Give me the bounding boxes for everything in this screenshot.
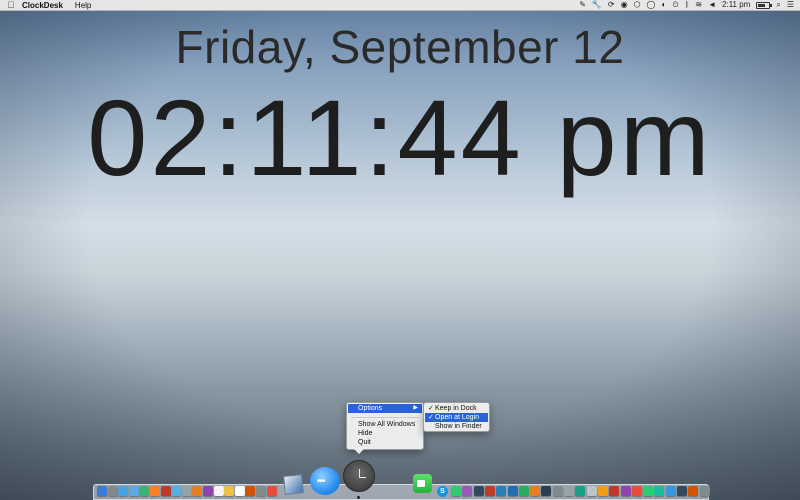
dock-app-icon[interactable] [171, 486, 182, 496]
volume-speaker-icon[interactable]: ◄ [708, 0, 716, 10]
gamepad-icon[interactable]: ◉ [621, 0, 628, 10]
dock-app-icon[interactable] [609, 486, 620, 496]
search-icon[interactable]: ⌕ [776, 0, 780, 10]
volume-icon[interactable]: ◐ [662, 0, 667, 10]
menubar-clock[interactable]: 2:11 pm [722, 0, 750, 10]
submenu-arrow-icon: ▶ [413, 405, 418, 411]
dock-app-icon[interactable] [496, 486, 507, 496]
dock-app-icon[interactable] [620, 486, 631, 496]
submenu-item-open-at-login[interactable]: ✓ Open at Login [425, 413, 488, 422]
apple-icon[interactable]:  [0, 0, 22, 10]
help-menu[interactable]: Help [75, 1, 91, 10]
menu-pointer [354, 449, 364, 454]
dock-app-icon[interactable] [256, 486, 266, 496]
menu-item-hide[interactable]: Hide [348, 429, 422, 438]
dock-app-icon[interactable] [234, 486, 245, 496]
dock-app-icon[interactable] [462, 486, 473, 496]
clock-minute-hand [359, 477, 366, 478]
dock-app-icon[interactable] [97, 486, 107, 496]
preview-icon[interactable] [283, 474, 304, 495]
shield-icon[interactable]: ⬡ [634, 0, 641, 10]
dock-context-menu: Options ▶ Show All Windows Hide Quit [346, 402, 424, 450]
dock-app-icon[interactable] [597, 486, 608, 496]
running-indicator [357, 496, 360, 499]
menu-item-show-all-windows[interactable]: Show All Windows [348, 420, 422, 429]
options-submenu: ✓ Keep in Dock ✓ Open at Login Show in F… [423, 402, 490, 432]
dock-app-icon[interactable] [181, 486, 192, 496]
dock-app-icon[interactable] [160, 486, 171, 496]
dock-app-icon[interactable] [552, 486, 563, 496]
dock-app-icon[interactable] [484, 486, 495, 496]
dock-app-icon[interactable] [451, 486, 461, 496]
dock-app-icon[interactable] [213, 486, 224, 496]
dock-app-icon[interactable] [575, 486, 586, 496]
sync-icon[interactable]: ⟳ [608, 0, 615, 10]
dock-app-icon[interactable] [203, 486, 213, 496]
submenu-item-show-in-finder[interactable]: Show in Finder [425, 422, 488, 431]
dock-app-icon[interactable] [564, 486, 574, 496]
submenu-item-label: Keep in Dock [435, 405, 477, 412]
wifi-icon[interactable]: ≋ [695, 0, 702, 10]
dock-app-icon[interactable] [473, 486, 484, 496]
dock-app-icon[interactable] [631, 486, 642, 496]
checkmark-icon: ✓ [428, 405, 434, 412]
status-area: ✎ 🔧 ⟳ ◉ ⬡ ◯ ◐ ⏲ ᛒ ≋ ◄ 2:11 pm ⌕ ☰ [579, 0, 800, 10]
facetime-icon[interactable] [413, 474, 432, 493]
dock-app-icon[interactable] [654, 486, 665, 496]
dock-app-icon[interactable] [530, 486, 541, 496]
checkmark-icon: ✓ [428, 414, 434, 421]
dock-app-icon[interactable] [518, 486, 529, 496]
app-menu[interactable]: ClockDesk [22, 1, 63, 10]
clock-restore-icon[interactable]: ⏲ [672, 0, 678, 10]
dock-app-icon[interactable] [139, 486, 150, 496]
bluetooth-icon[interactable]: ᛒ [685, 0, 690, 10]
menu-circle-icon[interactable]: ◯ [647, 0, 656, 10]
dock-app-icon[interactable] [586, 486, 597, 496]
wrench-icon[interactable]: 🔧 [592, 0, 602, 10]
dock-app-icon[interactable] [688, 486, 699, 496]
dots-icon: ••• [317, 476, 325, 487]
dock-app-icon[interactable] [192, 486, 203, 496]
menu-item-label: Options [358, 405, 383, 412]
menu-separator [351, 417, 419, 418]
submenu-item-keep-in-dock[interactable]: ✓ Keep in Dock [425, 404, 488, 413]
dock-app-icon[interactable] [541, 486, 552, 496]
dock-app-icon[interactable] [699, 486, 710, 496]
battery-fill [758, 3, 766, 7]
dock-app-icon[interactable] [107, 486, 118, 496]
dock-app-icon[interactable] [643, 486, 654, 496]
messages-icon[interactable]: ••• [310, 467, 340, 495]
dock-app-icon[interactable] [665, 486, 676, 496]
battery-icon[interactable] [756, 1, 773, 9]
dock-app-icon[interactable] [677, 486, 687, 496]
dock-app-icon[interactable] [128, 486, 139, 496]
submenu-item-label: Show in Finder [435, 423, 482, 430]
menu-item-quit[interactable]: Quit [348, 438, 422, 447]
dock-app-icon[interactable] [224, 486, 235, 496]
pencil-icon[interactable]: ✎ [579, 0, 586, 10]
dock-app-icon[interactable] [266, 486, 277, 496]
menu-item-options[interactable]: Options ▶ [348, 404, 422, 413]
notification-center-icon[interactable]: ☰ [787, 0, 794, 10]
dock-app-icon[interactable] [507, 486, 518, 496]
skype-icon[interactable]: S [437, 486, 448, 497]
clockdesk-icon[interactable] [343, 460, 375, 492]
dock-app-icon[interactable] [118, 486, 129, 496]
dock-app-icon[interactable] [245, 486, 256, 496]
time-display: 02:11:44 pm [87, 77, 713, 198]
date-display: Friday, September 12 [175, 21, 625, 73]
submenu-item-label: Open at Login [435, 414, 479, 421]
menu-bar:  ClockDesk Help ✎ 🔧 ⟳ ◉ ⬡ ◯ ◐ ⏲ ᛒ ≋ ◄ 2… [0, 0, 800, 11]
dock-app-icon[interactable] [150, 486, 160, 496]
